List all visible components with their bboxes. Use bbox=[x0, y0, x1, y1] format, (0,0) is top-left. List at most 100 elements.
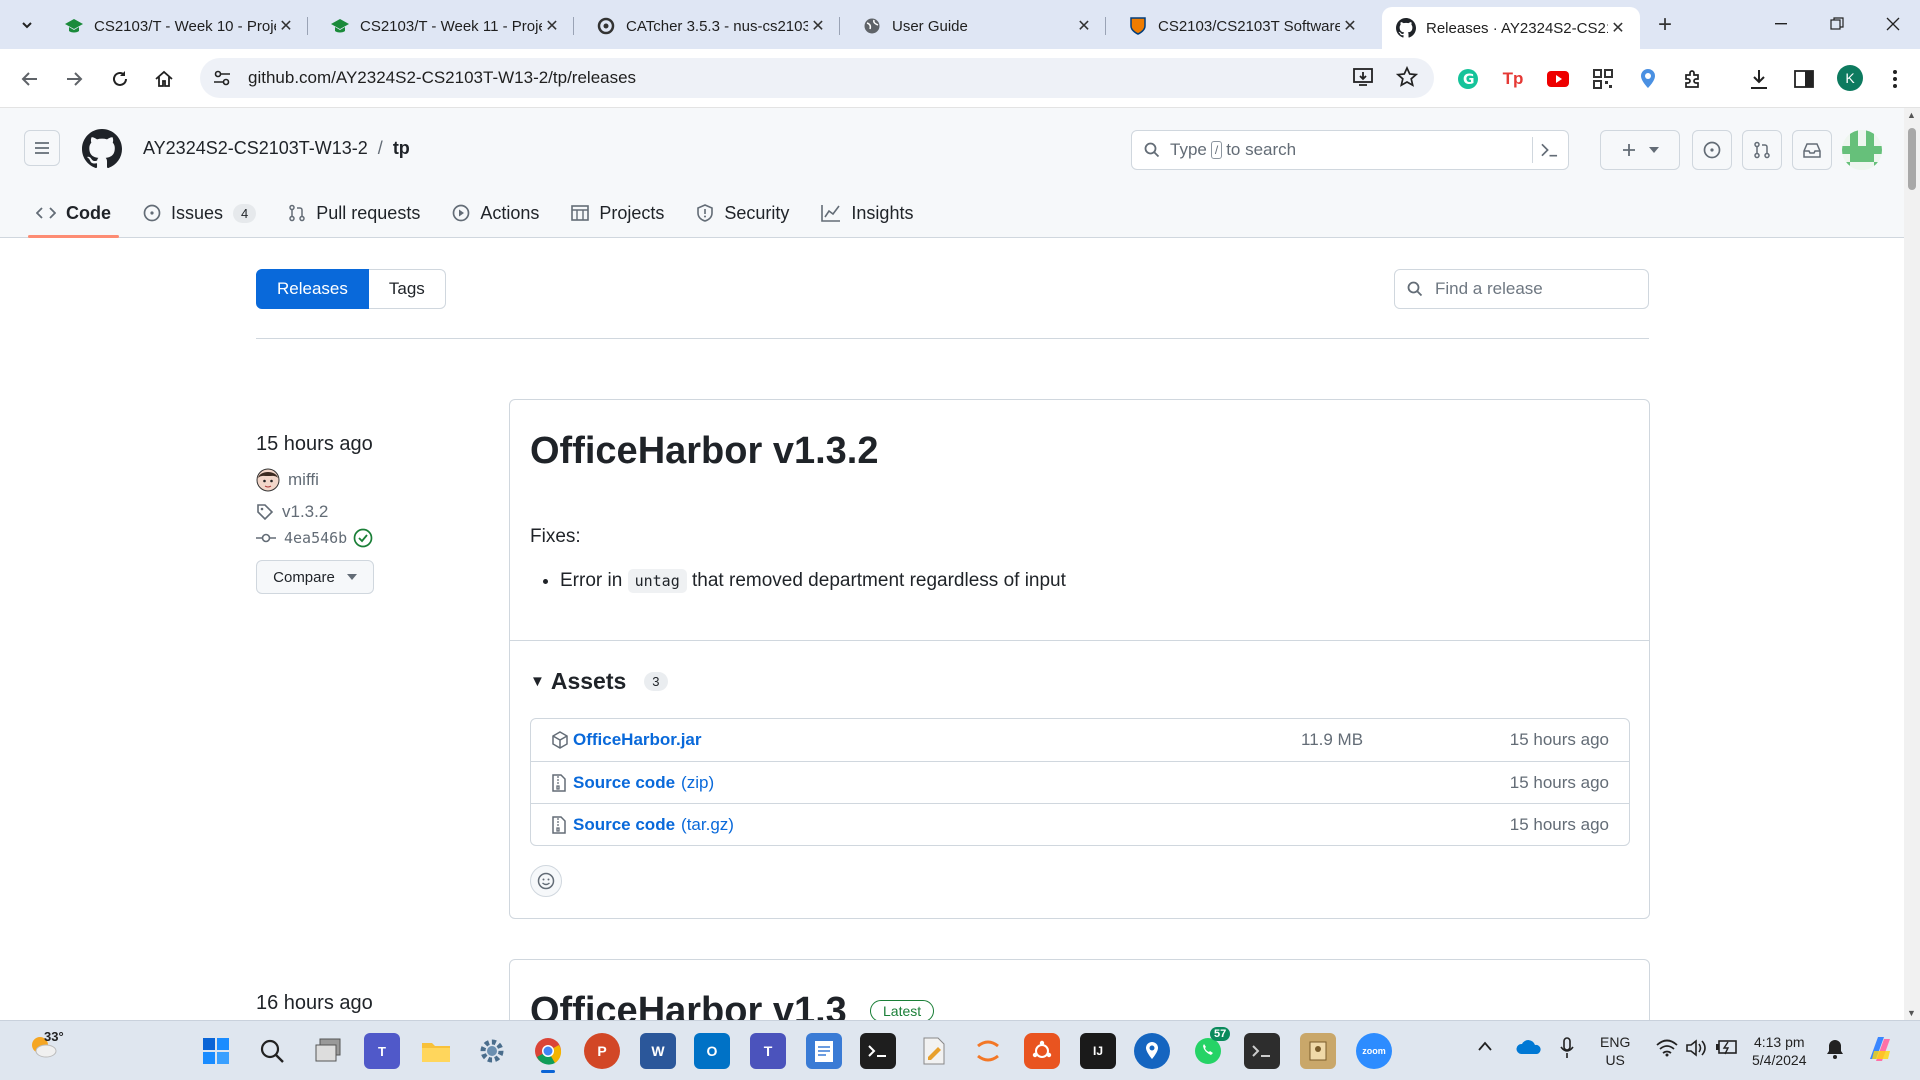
reload-button[interactable] bbox=[104, 63, 136, 95]
asset-format[interactable]: (tar.gz) bbox=[681, 815, 734, 835]
github-logo-icon[interactable] bbox=[82, 129, 122, 169]
asset-link[interactable]: Source code bbox=[573, 815, 675, 835]
back-button[interactable] bbox=[14, 63, 46, 95]
word-icon[interactable]: W bbox=[640, 1033, 676, 1069]
volume-icon[interactable] bbox=[1686, 1039, 1708, 1057]
close-window-button[interactable] bbox=[1870, 10, 1916, 38]
scrollbar-thumb[interactable] bbox=[1908, 128, 1916, 190]
asset-format[interactable]: (zip) bbox=[681, 773, 714, 793]
browser-tab[interactable]: User Guide ✕ bbox=[848, 7, 1106, 45]
release-title[interactable]: OfficeHarbor v1.3 bbox=[530, 990, 847, 1020]
browser-profile-avatar[interactable]: K bbox=[1837, 65, 1863, 91]
release-title[interactable]: OfficeHarbor v1.3.2 bbox=[530, 430, 878, 473]
browser-tab[interactable]: CS2103/T - Week 10 - Project ✕ bbox=[50, 7, 308, 45]
tab-actions[interactable]: Actions bbox=[436, 188, 555, 238]
hamburger-menu-button[interactable] bbox=[24, 130, 60, 166]
maps-icon[interactable] bbox=[1134, 1033, 1170, 1069]
archive-app-icon[interactable] bbox=[1300, 1033, 1336, 1069]
verified-check-icon[interactable] bbox=[353, 528, 373, 548]
task-view-button[interactable] bbox=[310, 1033, 346, 1069]
issues-global-button[interactable] bbox=[1692, 130, 1732, 170]
close-icon[interactable]: ✕ bbox=[808, 16, 828, 36]
microphone-icon[interactable] bbox=[1560, 1037, 1574, 1059]
clock[interactable]: 4:13 pm 5/4/2024 bbox=[1752, 1033, 1807, 1069]
new-tab-button[interactable]: + bbox=[1650, 11, 1680, 38]
jupyter-icon[interactable] bbox=[970, 1033, 1006, 1069]
repo-owner-link[interactable]: AY2324S2-CS2103T-W13-2 bbox=[143, 138, 368, 159]
tp-extension-icon[interactable]: Tp bbox=[1500, 66, 1526, 92]
taskbar-search-button[interactable] bbox=[254, 1033, 290, 1069]
notepad-icon[interactable] bbox=[806, 1033, 842, 1069]
copilot-icon[interactable] bbox=[1864, 1033, 1896, 1065]
release-tag-link[interactable]: v1.3.2 bbox=[282, 502, 328, 522]
show-hidden-icons[interactable] bbox=[1478, 1041, 1492, 1051]
browser-tab[interactable]: CATcher 3.5.3 - nus-cs2103 ✕ bbox=[582, 7, 840, 45]
tab-search-button[interactable] bbox=[12, 10, 42, 40]
install-app-icon[interactable] bbox=[1352, 66, 1374, 88]
grammarly-icon[interactable]: G bbox=[1455, 66, 1481, 92]
release-author[interactable]: miffi bbox=[288, 470, 319, 490]
scroll-up-icon[interactable]: ▲ bbox=[1907, 110, 1916, 120]
browser-tab-active[interactable]: Releases · AY2324S2-CS2103T ✕ bbox=[1382, 7, 1640, 49]
create-new-button[interactable] bbox=[1600, 130, 1680, 170]
outlook-icon[interactable]: O bbox=[694, 1033, 730, 1069]
asset-link[interactable]: Source code bbox=[573, 773, 675, 793]
powerpoint-icon[interactable]: P bbox=[584, 1033, 620, 1069]
user-avatar[interactable] bbox=[1842, 130, 1882, 170]
file-explorer-icon[interactable] bbox=[418, 1033, 454, 1069]
restore-button[interactable] bbox=[1814, 10, 1860, 38]
bookmark-star-icon[interactable] bbox=[1396, 66, 1418, 88]
chrome-icon[interactable] bbox=[530, 1033, 566, 1073]
add-reaction-button[interactable] bbox=[530, 865, 562, 897]
find-release-input[interactable]: Find a release bbox=[1394, 269, 1649, 309]
author-avatar[interactable] bbox=[256, 468, 280, 492]
more-menu-icon[interactable] bbox=[1882, 66, 1908, 92]
close-icon[interactable]: ✕ bbox=[1340, 16, 1360, 36]
pdf-editor-icon[interactable] bbox=[916, 1033, 952, 1069]
page-scrollbar[interactable]: ▲ ▼ bbox=[1904, 108, 1920, 1020]
github-search-input[interactable]: Type / to search bbox=[1131, 130, 1569, 170]
site-settings-icon[interactable] bbox=[210, 66, 234, 90]
whatsapp-icon[interactable]: 57 bbox=[1190, 1027, 1231, 1069]
notifications-bell-icon[interactable] bbox=[1826, 1039, 1844, 1059]
battery-icon[interactable] bbox=[1716, 1039, 1738, 1055]
tab-security[interactable]: Security bbox=[680, 188, 805, 238]
releases-tab-button[interactable]: Releases bbox=[256, 269, 369, 309]
tab-insights[interactable]: Insights bbox=[805, 188, 929, 238]
youtube-extension-icon[interactable] bbox=[1545, 66, 1571, 92]
settings-icon[interactable] bbox=[474, 1033, 510, 1069]
release-commit-link[interactable]: 4ea546b bbox=[284, 529, 347, 547]
tab-projects[interactable]: Projects bbox=[555, 188, 680, 238]
terminal-icon[interactable] bbox=[860, 1033, 896, 1069]
zoom-icon[interactable]: zoom bbox=[1356, 1033, 1392, 1069]
scroll-down-icon[interactable]: ▼ bbox=[1907, 1008, 1916, 1018]
forward-button[interactable] bbox=[58, 63, 90, 95]
asset-link[interactable]: OfficeHarbor.jar bbox=[573, 730, 702, 750]
browser-tab[interactable]: CS2103/CS2103T Software Engineering ✕ bbox=[1114, 7, 1372, 45]
tab-issues[interactable]: Issues 4 bbox=[127, 188, 272, 238]
extensions-puzzle-icon[interactable] bbox=[1680, 66, 1706, 92]
terminal-admin-icon[interactable] bbox=[1244, 1033, 1280, 1069]
teams-new-icon[interactable]: T bbox=[750, 1033, 786, 1069]
browser-tab[interactable]: CS2103/T - Week 11 - Project ✕ bbox=[316, 7, 574, 45]
onedrive-icon[interactable] bbox=[1516, 1039, 1542, 1055]
teams-icon[interactable]: T bbox=[364, 1033, 400, 1069]
start-button[interactable] bbox=[198, 1033, 234, 1069]
intellij-icon[interactable]: IJ bbox=[1080, 1033, 1116, 1069]
close-icon[interactable]: ✕ bbox=[1074, 16, 1094, 36]
address-bar[interactable]: github.com/AY2324S2-CS2103T-W13-2/tp/rel… bbox=[200, 58, 1434, 98]
language-indicator[interactable]: ENG US bbox=[1600, 1033, 1630, 1069]
home-button[interactable] bbox=[148, 63, 180, 95]
assets-toggle[interactable]: ▼ Assets 3 bbox=[530, 668, 668, 695]
location-extension-icon[interactable] bbox=[1635, 66, 1661, 92]
tab-pull-requests[interactable]: Pull requests bbox=[272, 188, 436, 238]
close-icon[interactable]: ✕ bbox=[542, 16, 562, 36]
tags-tab-button[interactable]: Tags bbox=[368, 269, 446, 309]
close-icon[interactable]: ✕ bbox=[1608, 18, 1628, 38]
compare-button[interactable]: Compare bbox=[256, 560, 374, 594]
qr-code-icon[interactable] bbox=[1590, 66, 1616, 92]
close-icon[interactable]: ✕ bbox=[276, 16, 296, 36]
wifi-icon[interactable] bbox=[1656, 1039, 1678, 1057]
download-icon[interactable] bbox=[1746, 66, 1772, 92]
tab-code[interactable]: Code bbox=[20, 188, 127, 238]
